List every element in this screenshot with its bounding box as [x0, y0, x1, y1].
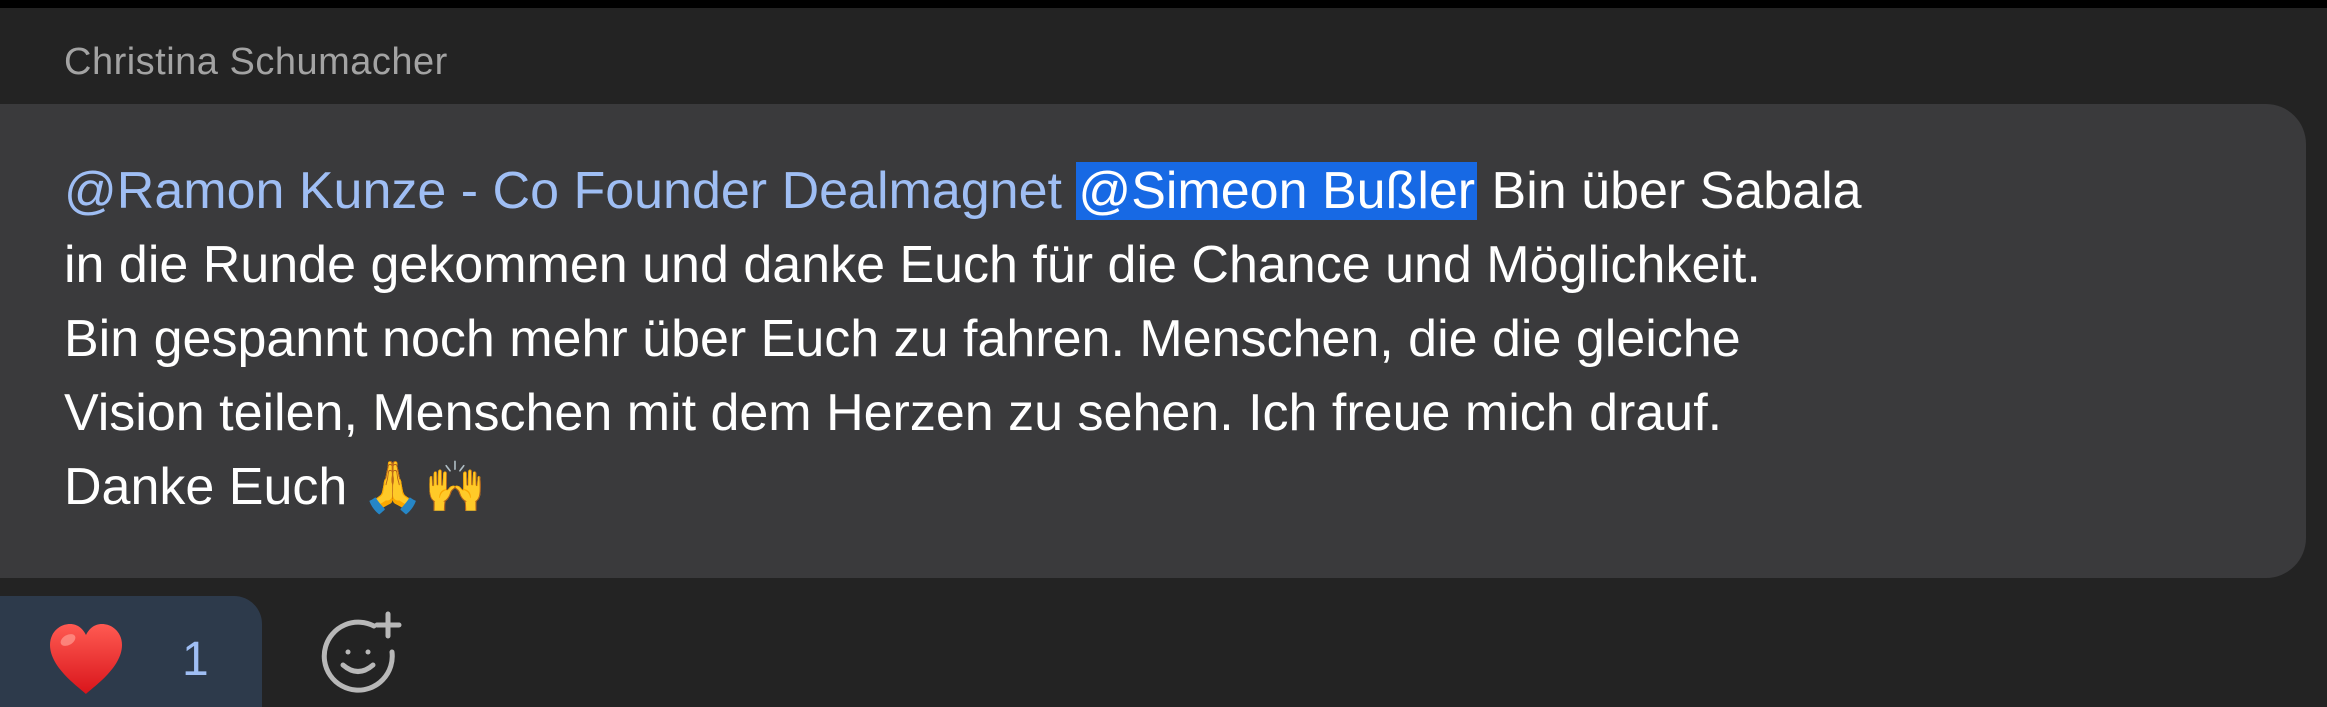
message-line-4: Vision teilen, Menschen mit dem Herzen z…	[64, 384, 1723, 442]
reaction-count: 1	[182, 633, 209, 686]
top-divider	[0, 0, 2327, 8]
sender-name: Christina Schumacher	[64, 41, 448, 83]
message-line-1-rest: Bin über Sabala	[1477, 162, 1862, 220]
message-line-5: Danke Euch	[64, 458, 362, 516]
heart-icon	[50, 624, 122, 694]
reaction-heart-pill[interactable]: 1	[0, 596, 262, 707]
mention-ramon-kunze[interactable]: @Ramon Kunze - Co Founder Dealmagnet	[64, 162, 1062, 220]
message-line-3: Bin gespannt noch mehr über Euch zu fahr…	[64, 310, 1741, 368]
raised-hands-emoji: 🙌	[424, 458, 487, 516]
mention-simeon-bussler[interactable]: @Simeon Bußler	[1076, 162, 1478, 220]
message-text: @Ramon Kunze - Co Founder Dealmagnet @Si…	[64, 154, 2274, 524]
message-line-2: in die Runde gekommen und danke Euch für…	[64, 236, 1761, 294]
smiley-plus-icon	[321, 611, 402, 693]
add-reaction-button[interactable]	[316, 608, 406, 698]
folded-hands-emoji: 🙏	[361, 458, 424, 516]
